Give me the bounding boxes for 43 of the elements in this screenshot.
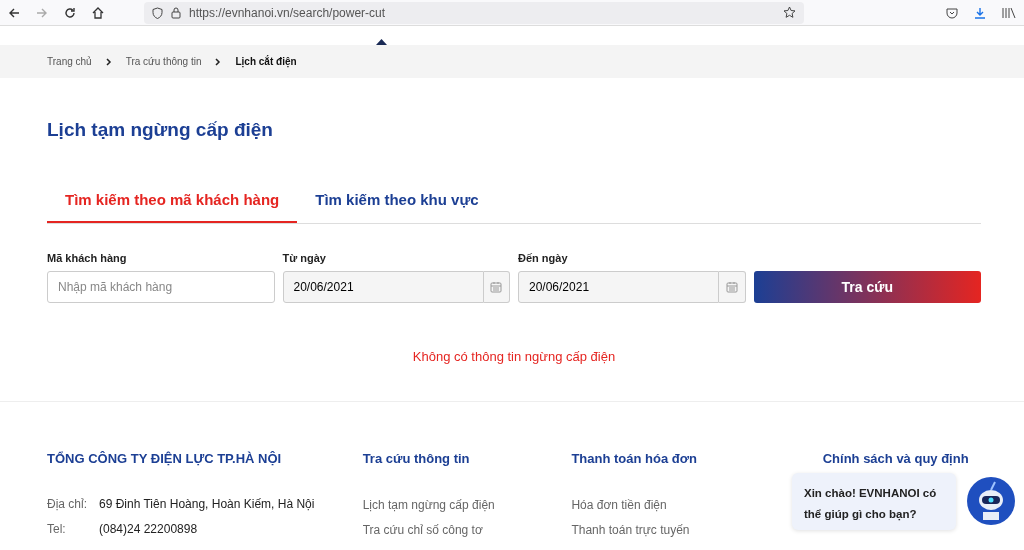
empty-message: Không có thông tin ngừng cấp điện <box>412 349 616 364</box>
breadcrumb-current: Lịch cắt điện <box>235 54 297 69</box>
back-icon[interactable] <box>8 6 20 19</box>
calendar-icon <box>490 281 503 293</box>
field-label: Từ ngày <box>282 251 327 263</box>
contact-label: Tel: <box>47 520 67 538</box>
lock-icon <box>171 6 181 19</box>
date-field[interactable]: 20/06/2021 <box>518 271 720 303</box>
pocket-icon[interactable] <box>946 6 958 19</box>
star-icon[interactable] <box>783 6 796 19</box>
library-icon[interactable] <box>1002 6 1016 19</box>
footer-heading: Thanh toán hóa đơn <box>571 449 697 467</box>
search-button[interactable]: Tra cứu <box>753 271 981 303</box>
footer-heading: Chính sách và quy định <box>822 449 969 467</box>
address-bar[interactable]: https://evnhanoi.vn/search/power-cut <box>144 1 804 24</box>
tab[interactable]: Tìm kiếm theo khu vực <box>297 188 497 223</box>
footer-link[interactable]: Hóa đơn tiền điện <box>571 497 667 512</box>
chevron-icon <box>215 57 222 66</box>
footer-link[interactable]: Tra cứu chỉ số công tơ <box>362 522 483 537</box>
contact-value: (084)24 22200898 <box>99 520 198 538</box>
footer-link[interactable]: Lịch tạm ngừng cấp điện <box>362 497 495 512</box>
home-icon[interactable] <box>92 6 104 19</box>
tab[interactable]: Tìm kiếm theo mã khách hàng <box>47 188 298 223</box>
field-label: Mã khách hàng <box>47 251 128 263</box>
breadcrumb-link[interactable]: Tra cứu thông tin <box>125 54 202 69</box>
url-text: https://evnhanoi.vn/search/power-cut <box>189 4 386 22</box>
chatbot-icon[interactable] <box>966 476 1016 526</box>
footer-heading: TỔNG CÔNG TY ĐIỆN LỰC TP.HÀ NỘI <box>47 449 282 467</box>
text-field[interactable]: Nhập mã khách hàng <box>47 271 275 303</box>
chevron-icon <box>105 57 112 66</box>
contact-value: 69 Đinh Tiên Hoàng, Hoàn Kiếm, Hà Nội <box>99 495 315 513</box>
footer-link[interactable]: Thanh toán trực tuyến <box>571 522 690 537</box>
reload-icon[interactable] <box>64 6 76 19</box>
download-icon[interactable] <box>974 6 986 19</box>
contact-label: Địa chỉ: <box>47 495 88 513</box>
shield-icon <box>152 6 163 19</box>
field-label: Đến ngày <box>518 251 569 263</box>
breadcrumb-link[interactable]: Trang chủ <box>47 54 92 69</box>
chat-bubble: Xin chào! EVNHANOI có thể giúp gì cho bạn? <box>792 473 956 530</box>
calendar-icon <box>725 281 738 293</box>
date-field[interactable]: 20/06/2021 <box>282 271 484 303</box>
footer-heading: Tra cứu thông tin <box>362 449 470 467</box>
page-title: Lịch tạm ngừng cấp điện <box>47 118 274 142</box>
